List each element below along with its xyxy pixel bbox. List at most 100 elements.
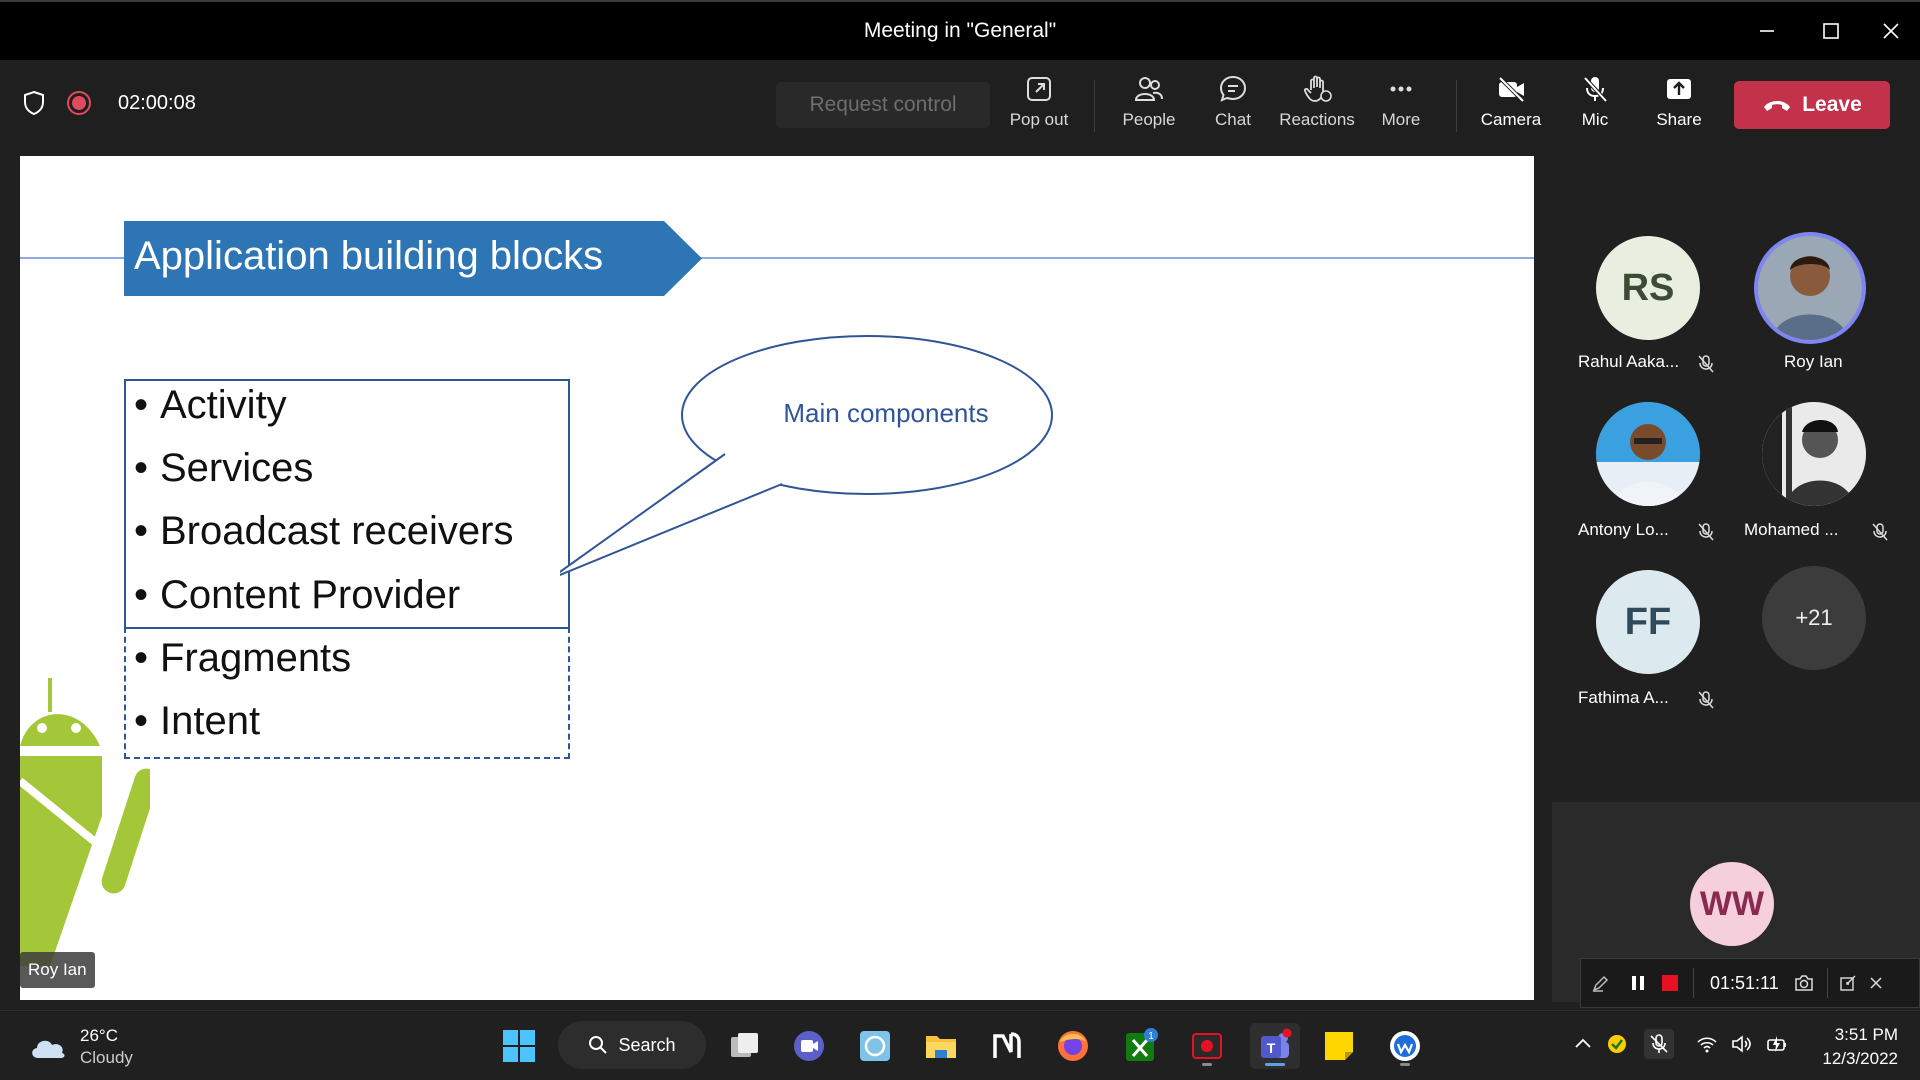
cloud-icon: [32, 1040, 65, 1058]
avatar: [1762, 402, 1866, 506]
window-title: Meeting in "General": [863, 19, 1057, 42]
task-view-button[interactable]: [722, 1023, 768, 1069]
minimize-button[interactable]: [1738, 2, 1796, 60]
avatar: [1758, 236, 1862, 340]
mic-off-icon: [1698, 355, 1714, 373]
title-bar: Meeting in "General": [0, 0, 1920, 60]
request-control-button[interactable]: Request control: [776, 82, 990, 128]
close-recorder-button[interactable]: [1862, 959, 1890, 1007]
reactions-label: Reactions: [1279, 110, 1355, 129]
participant-name: Roy Ian: [1784, 352, 1843, 371]
bullet-item: • Broadcast receivers: [134, 509, 514, 553]
mic-label: Mic: [1581, 110, 1609, 129]
teams-chat-app[interactable]: [786, 1023, 832, 1069]
leave-button[interactable]: Leave: [1734, 81, 1890, 129]
speaker-icon: [1732, 1035, 1751, 1053]
bullet-item: • Activity: [134, 383, 287, 427]
participant-name: Rahul Aaka...: [1578, 352, 1680, 371]
callout-bubble: [560, 335, 1053, 576]
pause-recording-button[interactable]: [1621, 959, 1655, 1007]
weather-condition: Cloudy: [80, 1048, 133, 1067]
minimize-recorder-button[interactable]: [1834, 959, 1862, 1007]
pen-button[interactable]: [1581, 959, 1621, 1007]
video-chat-icon: [794, 1031, 824, 1061]
windows-taskbar: 26°C Cloudy Search 1 T 3:51 PM 12/3/2022: [0, 1010, 1920, 1080]
teams-app[interactable]: T: [1250, 1023, 1300, 1069]
firefox-app[interactable]: [1050, 1023, 1096, 1069]
shield-icon[interactable]: [22, 90, 46, 116]
battery-tray-icon[interactable]: [1762, 1029, 1792, 1059]
show-hidden-icons-button[interactable]: [1568, 1029, 1598, 1059]
volume-tray-icon[interactable]: [1726, 1029, 1756, 1059]
pop-out-label: Pop out: [1009, 110, 1069, 129]
snipping-app[interactable]: [852, 1023, 898, 1069]
stop-recording-button[interactable]: [1655, 959, 1685, 1007]
camera-label: Camera: [1480, 110, 1542, 129]
close-window-button[interactable]: [1862, 2, 1920, 60]
people-icon: [1134, 77, 1163, 101]
sticky-notes-app[interactable]: [1316, 1023, 1362, 1069]
taskbar-search[interactable]: Search: [558, 1021, 706, 1069]
recorder-divider: [1693, 968, 1694, 998]
mic-button[interactable]: Mic: [1552, 74, 1638, 144]
participant-tile[interactable]: RS Rahul Aaka...: [1568, 232, 1748, 392]
mic-off-icon: [1650, 1034, 1668, 1053]
bullet-item: • Intent: [134, 699, 261, 743]
close-icon: [1883, 23, 1899, 39]
xbox-app[interactable]: 1: [1118, 1023, 1164, 1069]
mic-off-icon: [1698, 523, 1714, 541]
start-button[interactable]: [496, 1023, 542, 1069]
profile-photo: [1596, 402, 1700, 506]
pop-out-icon: [1027, 77, 1051, 101]
pop-out-button[interactable]: Pop out: [996, 74, 1082, 144]
teams-meeting-window: Meeting in "General" 02:00:08 Request co…: [0, 0, 1920, 1080]
more-participants-tile[interactable]: +21: [1730, 564, 1910, 724]
more-participants-count: +21: [1762, 566, 1866, 670]
xbox-badge-count: 1: [1148, 1031, 1154, 1042]
reactions-button[interactable]: Reactions: [1274, 74, 1360, 144]
whiteboard-icon: [1390, 1031, 1420, 1061]
more-dots-icon: [1390, 86, 1412, 92]
norton-tray-icon[interactable]: [1602, 1029, 1632, 1059]
chat-button[interactable]: Chat: [1190, 74, 1276, 144]
more-button[interactable]: More: [1358, 74, 1444, 144]
pen-icon: [1592, 975, 1609, 992]
camera-button[interactable]: Camera: [1468, 74, 1554, 144]
participant-tile[interactable]: Mohamed ...: [1730, 398, 1910, 558]
avatar: RS: [1596, 236, 1700, 340]
participant-name: Mohamed ...: [1744, 520, 1839, 539]
maximize-icon: [1823, 23, 1839, 39]
participant-tile[interactable]: Antony Lo...: [1568, 398, 1748, 558]
weather-widget[interactable]: 26°C Cloudy: [28, 1025, 133, 1069]
notion-app[interactable]: [984, 1023, 1030, 1069]
slide-title: Application building blocks: [134, 234, 604, 278]
stop-icon: [1662, 975, 1678, 991]
search-icon: [589, 1036, 608, 1054]
raise-hand-icon: [1303, 75, 1332, 102]
participant-tile[interactable]: FF Fathima A...: [1568, 566, 1748, 726]
mic-tray-button[interactable]: [1644, 1029, 1674, 1059]
screenshot-button[interactable]: [1787, 959, 1821, 1007]
mic-off-icon: [1583, 76, 1608, 103]
participant-tile[interactable]: Roy Ian: [1724, 232, 1904, 392]
wifi-icon: [1697, 1037, 1717, 1053]
share-screen-icon: [1667, 79, 1691, 99]
screen-recorder-app[interactable]: [1184, 1023, 1230, 1069]
whiteboard-app[interactable]: [1382, 1023, 1428, 1069]
self-avatar: WW: [1690, 862, 1774, 946]
file-explorer-app[interactable]: [918, 1023, 964, 1069]
share-button[interactable]: Share: [1636, 74, 1722, 144]
people-button[interactable]: People: [1106, 74, 1192, 144]
maximize-button[interactable]: [1802, 2, 1860, 60]
weather-temperature: 26°C: [80, 1026, 118, 1045]
system-clock[interactable]: 3:51 PM 12/3/2022: [1822, 1023, 1898, 1071]
shared-screen: Application building blocks • Activity • S…: [20, 156, 1534, 1000]
toolbar-divider: [1094, 80, 1095, 132]
minimize-icon: [1760, 30, 1774, 32]
participant-name: Antony Lo...: [1578, 520, 1669, 539]
recording-time: 01:51:11: [1710, 972, 1779, 993]
recorder-icon: [1192, 1033, 1222, 1059]
profile-photo: [1758, 236, 1862, 340]
share-label: Share: [1656, 110, 1702, 129]
wifi-tray-icon[interactable]: [1692, 1029, 1722, 1059]
